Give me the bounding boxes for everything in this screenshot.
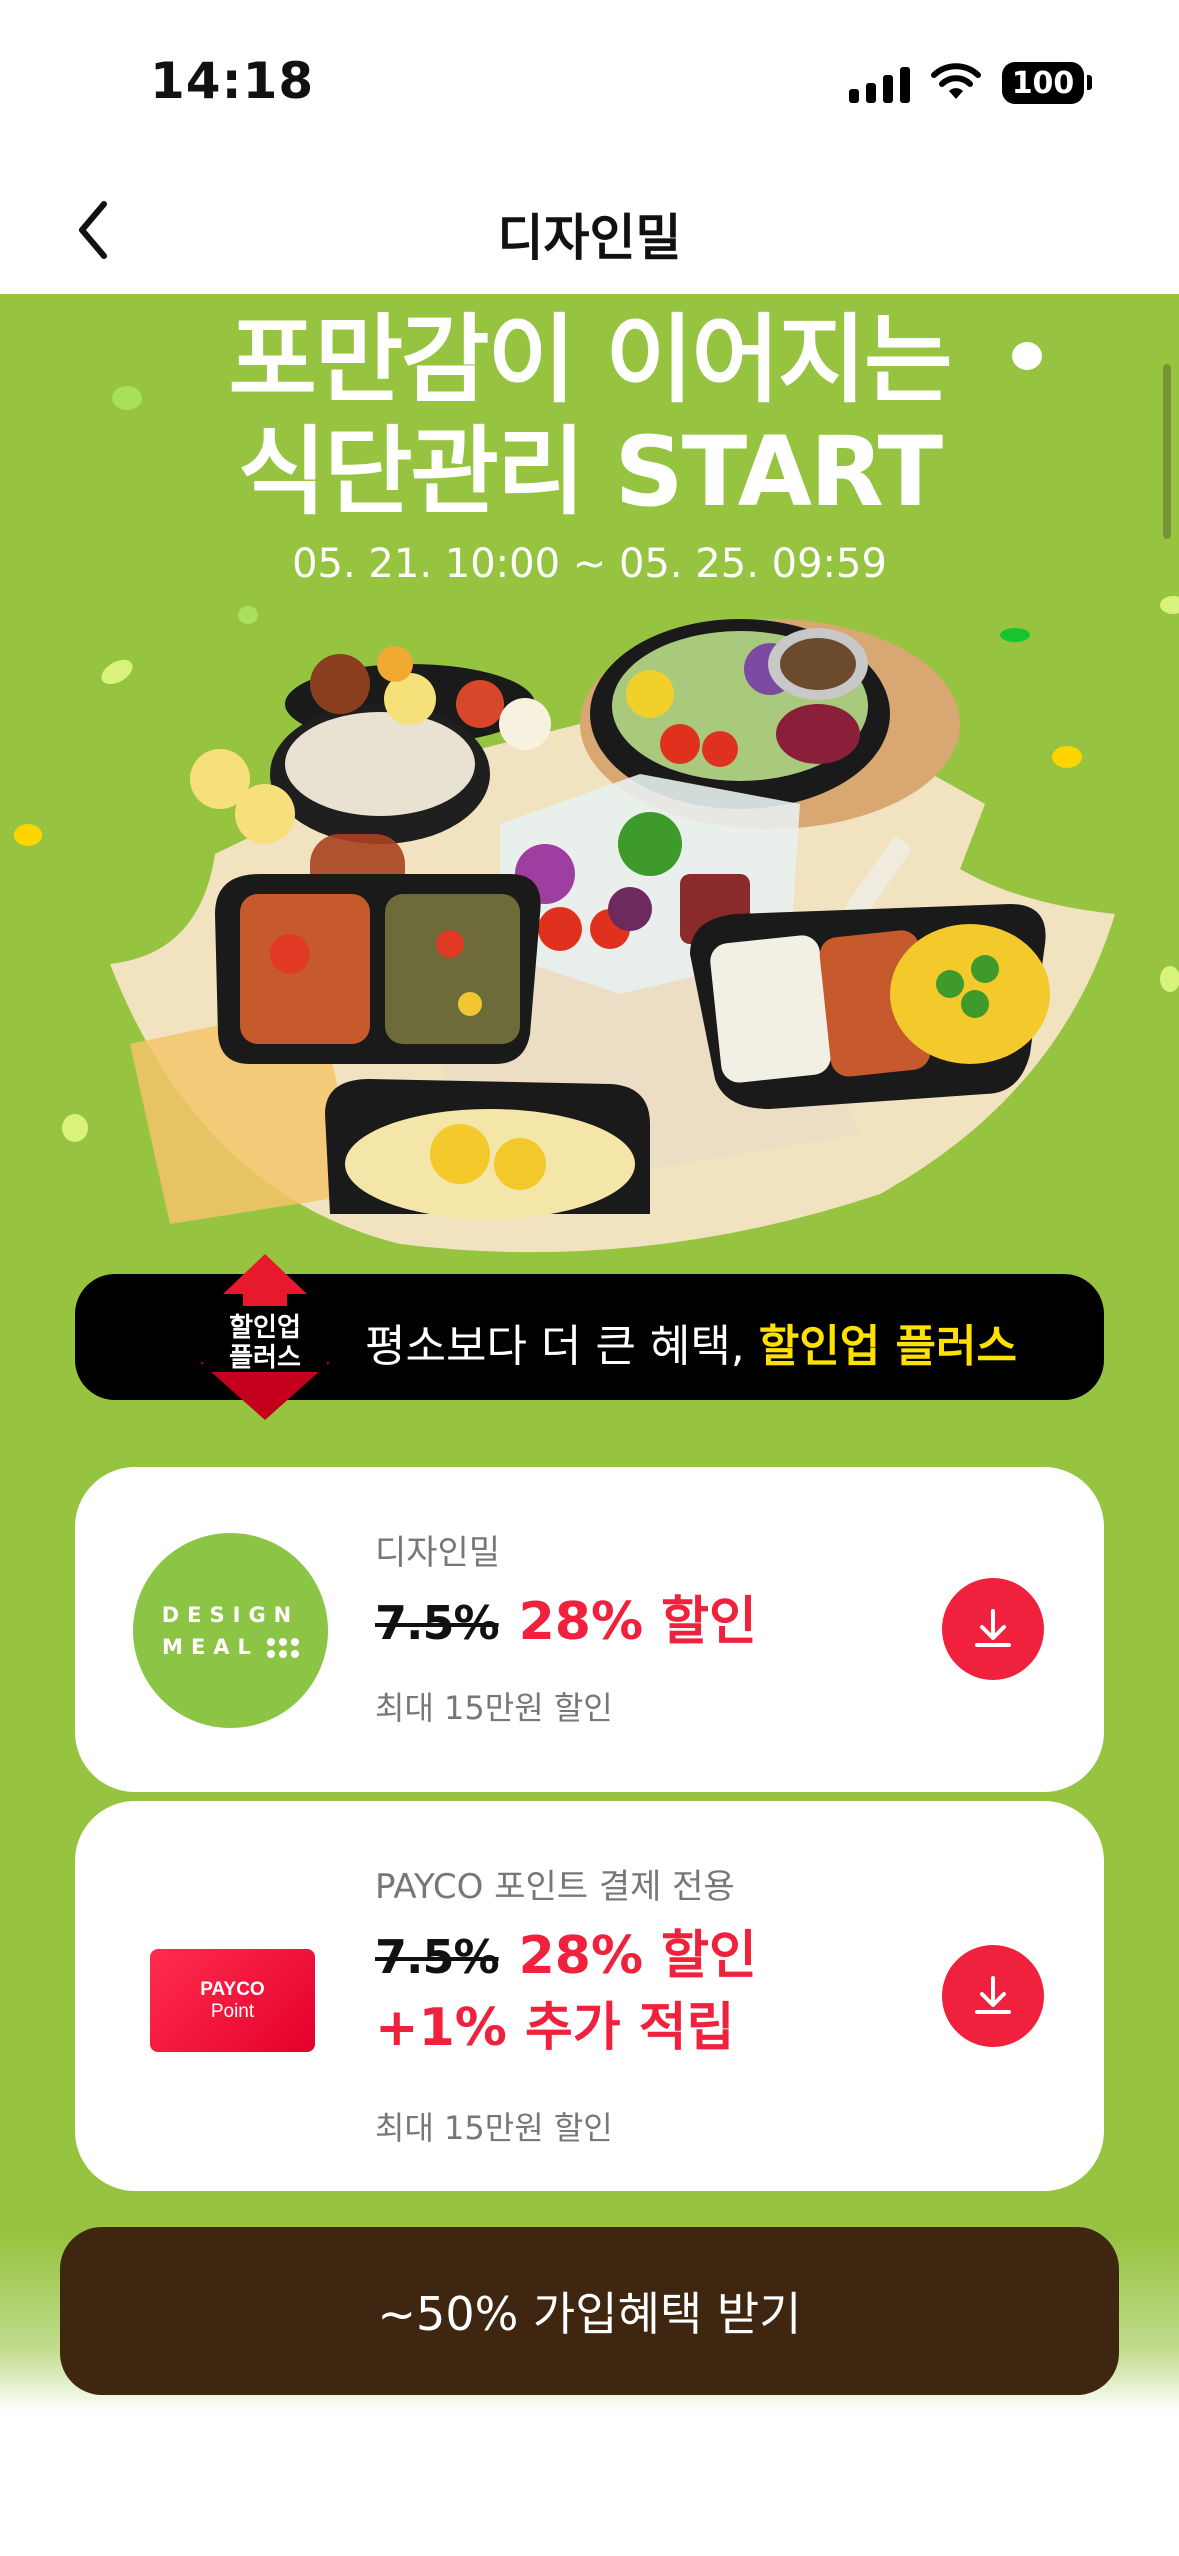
hero-title-line2: 식단관리 START xyxy=(237,416,943,528)
coupon-old-rate: 7.5% xyxy=(375,1930,500,1984)
hero-title-line1: 포만감이 이어지는 xyxy=(228,304,953,416)
logo-text-line1: DESIGN xyxy=(161,1602,300,1627)
badge-text-line2: 플러스 xyxy=(229,1343,301,1373)
confetti-dot xyxy=(112,386,142,410)
nav-bar: 디자인밀 xyxy=(0,170,1179,294)
coupon-download-button[interactable] xyxy=(942,1578,1044,1680)
signup-benefit-button[interactable]: ~50% 가입혜택 받기 xyxy=(60,2227,1119,2395)
status-time: 14:18 xyxy=(150,52,315,110)
coupon-card[interactable]: DESIGN MEAL 디자인밀 7.5% 28% 할인 최대 15만원 할인 xyxy=(75,1467,1104,1792)
promo-banner[interactable]: 할인업 플러스 평소보다 더 큰 혜택, 할인업 플러스 xyxy=(75,1254,1104,1420)
download-icon xyxy=(975,1609,1011,1647)
payco-point-logo: PAYCO Point xyxy=(150,1949,315,2052)
coupon-card[interactable]: PAYCO Point PAYCO 포인트 결제 전용 7.5% 28% 할인 +… xyxy=(75,1801,1104,2191)
status-icons: 100 xyxy=(849,62,1092,104)
download-icon xyxy=(975,1976,1011,2014)
battery-icon: 100 xyxy=(1002,62,1092,104)
scroll-indicator xyxy=(1163,364,1171,539)
promo-text: 평소보다 더 큰 혜택, 할인업 플러스 xyxy=(365,1310,1017,1374)
signal-icon xyxy=(849,63,910,103)
discount-up-plus-badge-icon: 할인업 플러스 xyxy=(200,1254,330,1420)
promo-text-main: 평소보다 더 큰 혜택, xyxy=(365,1321,759,1372)
promotion-content: 포만감이 이어지는 식단관리 START 05. 21. 10:00 ~ 05.… xyxy=(0,294,1179,2556)
badge-text-line1: 할인업 xyxy=(229,1313,301,1343)
coupon-max: 최대 15만원 할인 xyxy=(375,1689,613,1727)
coupon-extra-reward: +1% 추가 적립 xyxy=(375,1998,735,2058)
confetti-dot xyxy=(1012,342,1042,370)
design-meal-logo: DESIGN MEAL xyxy=(133,1533,328,1728)
coupon-rates: 7.5% 28% 할인 xyxy=(375,1913,757,1988)
coupon-rates: 7.5% 28% 할인 xyxy=(375,1579,757,1654)
logo-text-line2: Point xyxy=(210,2000,255,2022)
coupon-max: 최대 15만원 할인 xyxy=(375,2109,613,2147)
coupon-new-rate: 28% 할인 xyxy=(518,1592,757,1652)
coupon-old-rate: 7.5% xyxy=(375,1596,500,1650)
logo-text-line2: MEAL xyxy=(162,1634,259,1659)
hero-title: 포만감이 이어지는 식단관리 START xyxy=(0,304,1179,528)
coupon-brand: 디자인밀 xyxy=(375,1533,501,1573)
coupon-download-button[interactable] xyxy=(942,1945,1044,2047)
coupon-new-rate: 28% 할인 xyxy=(518,1926,757,1986)
status-bar: 14:18 100 xyxy=(0,0,1179,170)
logo-dots-icon xyxy=(266,1637,299,1658)
wifi-icon xyxy=(931,63,981,99)
page-title: 디자인밀 xyxy=(497,209,682,267)
logo-text-line1: PAYCO xyxy=(200,1978,265,2000)
coupon-brand: PAYCO 포인트 결제 전용 xyxy=(375,1867,735,1907)
promo-text-highlight: 할인업 플러스 xyxy=(758,1321,1017,1372)
